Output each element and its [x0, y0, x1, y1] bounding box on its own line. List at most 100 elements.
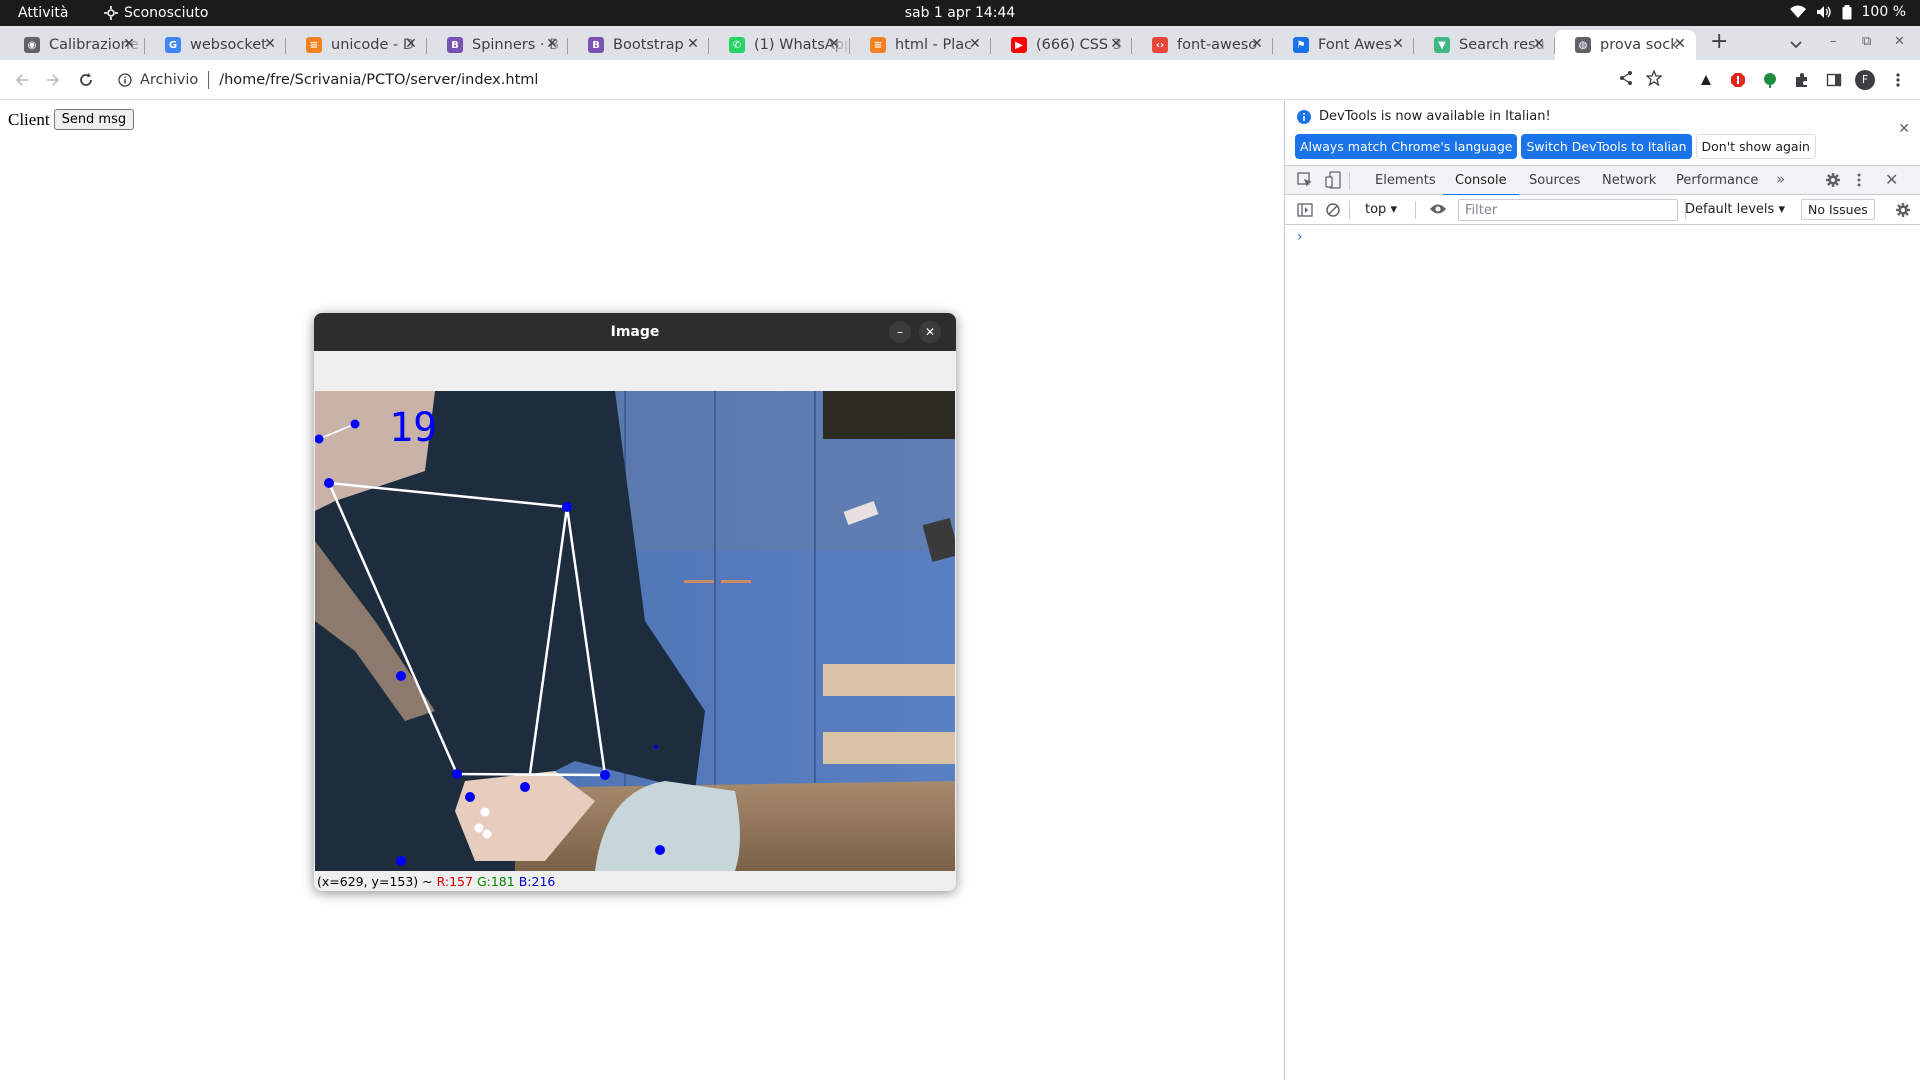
hand-point	[474, 823, 484, 833]
more-tabs-chevron-icon[interactable]: »	[1776, 170, 1785, 188]
extension-adblock-icon[interactable]	[1728, 70, 1748, 90]
stackoverflow-icon: ≡	[306, 37, 322, 53]
vue-icon: ▼	[1434, 37, 1450, 53]
clear-console-icon[interactable]	[1325, 202, 1341, 218]
tab-close-icon[interactable]: ✕	[826, 36, 842, 52]
devtools-panel: DevTools is now available in Italian! ✕ …	[1284, 101, 1920, 1080]
notice-close-button[interactable]: ✕	[1898, 121, 1910, 137]
profile-avatar[interactable]: F	[1855, 70, 1875, 90]
console-toolbar: top ▾ Filter Default levels ▾ No Issues	[1285, 195, 1920, 225]
app-gear-icon	[104, 6, 118, 20]
tab-close-icon[interactable]: ✕	[262, 36, 278, 52]
console-prompt-chevron-icon[interactable]: ›	[1297, 229, 1303, 245]
send-msg-button[interactable]: Send msg	[53, 109, 135, 130]
reload-button[interactable]	[76, 70, 96, 90]
match-language-button[interactable]: Always match Chrome's language	[1295, 134, 1518, 159]
keypoint	[562, 502, 572, 512]
opencv-image-window[interactable]: Image – ✕ 19 (x=629, y=153) ~ R:157 G:18…	[314, 313, 956, 891]
keypoint	[324, 478, 334, 488]
customize-menu-icon[interactable]	[1857, 172, 1861, 188]
cv-minimize-button[interactable]: –	[889, 321, 911, 343]
tab-search-button[interactable]	[1790, 34, 1802, 53]
new-tab-button[interactable]: +	[1710, 30, 1728, 54]
dont-show-again-button[interactable]: Don't show again	[1695, 134, 1816, 159]
browser-tab[interactable]: B Bootstrap ✕	[568, 30, 709, 60]
tab-console[interactable]: Console	[1443, 173, 1519, 196]
cv-window-titlebar[interactable]: Image – ✕	[314, 313, 956, 351]
tab-close-icon[interactable]: ✕	[1672, 36, 1688, 52]
google-icon: G	[165, 37, 181, 53]
tab-close-icon[interactable]: ✕	[403, 36, 419, 52]
url-text[interactable]: /home/fre/Scrivania/PCTO/server/index.ht…	[219, 72, 538, 88]
devtools-close-icon[interactable]: ✕	[1885, 170, 1898, 189]
tab-sources[interactable]: Sources	[1529, 173, 1580, 188]
share-icon[interactable]	[1618, 70, 1634, 86]
camera-frame[interactable]: 19	[314, 391, 956, 871]
context-label: top	[1365, 202, 1387, 217]
browser-tab[interactable]: Gwebsocket ✕	[145, 30, 286, 60]
keypoint	[452, 769, 462, 779]
tab-close-icon[interactable]: ✕	[1249, 36, 1265, 52]
back-button[interactable]	[12, 70, 32, 90]
forward-button[interactable]	[43, 70, 63, 90]
context-selector[interactable]: top ▾	[1365, 202, 1397, 217]
bookmark-star-icon[interactable]	[1646, 70, 1662, 86]
extension-one-icon[interactable]	[1696, 70, 1716, 90]
tab-network[interactable]: Network	[1602, 173, 1656, 188]
address-bar[interactable]: Archivio /home/fre/Scrivania/PCTO/server…	[108, 64, 1688, 96]
system-tray[interactable]: 100 %	[1789, 4, 1906, 20]
cv-close-button[interactable]: ✕	[919, 321, 941, 343]
browser-tab[interactable]: ⚑ Font Awes ✕	[1273, 30, 1414, 60]
tab-performance[interactable]: Performance	[1676, 173, 1758, 188]
clock[interactable]: sab 1 apr 14:44	[0, 5, 1920, 21]
issues-button[interactable]: No Issues	[1801, 199, 1875, 220]
keypoint	[655, 845, 665, 855]
chrome-menu-button[interactable]	[1888, 70, 1908, 90]
activities-button[interactable]: Attività	[18, 5, 68, 21]
bootstrap-icon: B	[588, 37, 604, 53]
inspect-element-icon[interactable]	[1297, 172, 1313, 188]
hand-point	[482, 829, 492, 839]
console-settings-gear-icon[interactable]	[1895, 202, 1911, 218]
tab-close-icon[interactable]: ✕	[967, 36, 983, 52]
chevron-down-icon	[1790, 41, 1802, 49]
browser-tab[interactable]: ✆ (1) WhatsApp ✕	[709, 30, 850, 60]
maximize-button[interactable]: ⧉	[1862, 34, 1871, 49]
info-icon[interactable]	[118, 73, 132, 87]
flag-icon: ⚑	[1293, 37, 1309, 53]
console-filter-input[interactable]: Filter	[1458, 199, 1678, 221]
tab-close-icon[interactable]: ✕	[685, 36, 701, 52]
side-panel-icon[interactable]	[1824, 70, 1844, 90]
browser-tab[interactable]: ‹› font-aweso ✕	[1132, 30, 1273, 60]
browser-tab[interactable]: B Spinners · B ✕	[427, 30, 568, 60]
client-row: Client Send msg	[8, 109, 135, 130]
tab-close-icon[interactable]: ✕	[544, 36, 560, 52]
extension-three-icon[interactable]	[1760, 70, 1780, 90]
browser-tab[interactable]: ≡ unicode - D ✕	[286, 30, 427, 60]
battery-percent: 100 %	[1861, 4, 1906, 20]
globe-icon: ◍	[1575, 37, 1591, 53]
extensions-puzzle-icon[interactable]	[1792, 70, 1812, 90]
tab-close-icon[interactable]: ✕	[1390, 36, 1406, 52]
devtools-tabs: Elements Console Sources Network Perform…	[1285, 165, 1920, 196]
live-expression-eye-icon[interactable]	[1429, 203, 1447, 215]
log-levels-dropdown[interactable]: Default levels ▾	[1685, 202, 1785, 217]
browser-tab[interactable]: ◉ Calibrazione ✕	[4, 30, 145, 60]
app-menu[interactable]: Sconosciuto	[104, 5, 208, 21]
browser-tab[interactable]: ◍ prova sock ✕	[1555, 30, 1696, 60]
window-close-button[interactable]: ✕	[1894, 34, 1905, 49]
minimize-button[interactable]: –	[1830, 34, 1837, 49]
switch-italian-button[interactable]: Switch DevTools to Italian	[1521, 134, 1692, 159]
tab-close-icon[interactable]: ✕	[1531, 36, 1547, 52]
tab-elements[interactable]: Elements	[1375, 173, 1436, 188]
browser-tab[interactable]: ≡ html - Plac ✕	[850, 30, 991, 60]
browser-tab[interactable]: ▼ Search resu ✕	[1414, 30, 1555, 60]
status-green: G:181	[476, 874, 515, 889]
device-toolbar-icon[interactable]	[1325, 171, 1341, 189]
tab-close-icon[interactable]: ✕	[121, 36, 137, 52]
tab-close-icon[interactable]: ✕	[1108, 36, 1124, 52]
browser-tab[interactable]: ▶ (666) CSS 3 ✕	[991, 30, 1132, 60]
settings-gear-icon[interactable]	[1825, 172, 1841, 188]
sidebar-toggle-icon[interactable]	[1297, 202, 1313, 218]
toolbar-divider	[1349, 201, 1350, 219]
